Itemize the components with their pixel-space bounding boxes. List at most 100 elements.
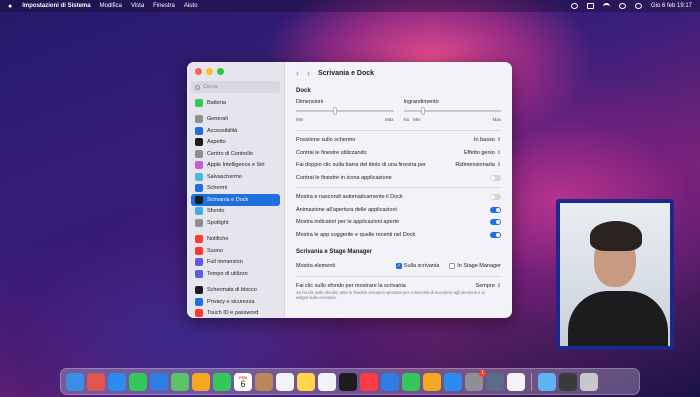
dock: FEB 6 1: [60, 368, 640, 395]
menu-app-name[interactable]: Impostazioni di Sistema: [22, 3, 90, 9]
sidebar-item-sfondo[interactable]: Sfondo: [191, 206, 280, 218]
divider: [296, 187, 501, 188]
setting-select[interactable]: Effetto genio ⇕: [464, 150, 501, 156]
dock-size-thumb[interactable]: [333, 107, 338, 115]
setting-row-mostra-indicatori-per-le-applicazioni-ap: Mostra indicatori per le applicazioni ap…: [296, 216, 501, 229]
content-titlebar: ‹ › Scrivania e Dock: [296, 62, 501, 84]
sidebar-item-touch-id-e-password[interactable]: Touch ID e password: [191, 308, 280, 319]
quicktime-icon[interactable]: [486, 372, 504, 391]
magnification-max-label: Max: [492, 117, 501, 122]
keynote-icon[interactable]: [381, 372, 399, 391]
click-wallpaper-select[interactable]: Sempre ⇕: [476, 283, 501, 289]
setting-row-contrai-le-finestre-in-icona-applicazion: Contrai le finestre in icona applicazion…: [296, 172, 501, 185]
setting-select[interactable]: In basso ⇕: [474, 137, 501, 143]
maps-icon[interactable]: [171, 372, 189, 391]
safari-icon[interactable]: [108, 372, 126, 391]
setting-row-contrai-le-finestre-utilizzando: Contrai le finestre utilizzando Effetto g…: [296, 147, 501, 160]
dock-size-max-label: Max: [384, 117, 394, 122]
apple-intelligence-e-siri-icon: [195, 161, 203, 170]
sidebar-item-salvaschermo[interactable]: Salvaschermo: [191, 171, 280, 183]
menu-vista[interactable]: Vista: [131, 3, 144, 9]
menu-aiuto[interactable]: Aiuto: [184, 3, 198, 9]
spotlight-search-icon[interactable]: [618, 3, 626, 9]
facetime-icon[interactable]: [213, 372, 231, 391]
downloads-folder-icon[interactable]: [538, 372, 556, 391]
sidebar-item-label: Apple Intelligence e Siri: [207, 162, 265, 169]
sidebar-item-spotlight[interactable]: Spotlight: [191, 217, 280, 229]
sidebar-item-centro-di-controllo[interactable]: Centro di Controllo: [191, 148, 280, 160]
minimize-window-button[interactable]: [206, 68, 213, 75]
setting-toggle[interactable]: [490, 206, 501, 213]
record-status-icon[interactable]: [570, 3, 578, 9]
launchpad-icon[interactable]: [87, 372, 105, 391]
calendar-day: 6: [240, 378, 246, 389]
mail-icon[interactable]: [150, 372, 168, 391]
system-settings-icon[interactable]: 1: [465, 369, 486, 391]
setting-select[interactable]: Ridimensionarla ⇕: [455, 162, 501, 168]
sidebar-item-notifiche[interactable]: Notifiche: [191, 234, 280, 246]
tv-icon[interactable]: [339, 372, 357, 391]
sidebar-item-schermi[interactable]: Schermi: [191, 183, 280, 195]
sidebar-list: Batteria Generali Accessibilità Aspetto Cent…: [191, 97, 280, 318]
webcam-overlay: [556, 199, 674, 350]
click-wallpaper-value: Sempre: [475, 282, 495, 289]
textedit-icon[interactable]: [507, 372, 525, 391]
sidebar-item-schermata-di-blocco[interactable]: Schermata di blocco: [191, 285, 280, 297]
app-store-icon[interactable]: [444, 372, 462, 391]
sidebar-item-label: Tempo di utilizzo: [207, 270, 248, 277]
sidebar-item-full-immersion[interactable]: Full immersion: [191, 257, 280, 269]
photos-icon[interactable]: [192, 372, 210, 391]
setting-row-mostra-le-app-suggerite-e-quelle-recenti: Mostra le app suggerite e quelle recenti…: [296, 229, 501, 242]
finder-icon[interactable]: [66, 372, 84, 391]
screen-recording-icon[interactable]: [559, 372, 577, 391]
setting-row-posizione-sullo-schermo: Posizione sullo schermo In basso ⇕: [296, 134, 501, 147]
sidebar-item-accessibilita[interactable]: Accessibilità: [191, 125, 280, 137]
magnification-thumb[interactable]: [421, 107, 426, 115]
spotlight-icon: [195, 218, 203, 227]
sidebar-item-scrivania-e-dock[interactable]: Scrivania e Dock: [191, 194, 280, 206]
messages-icon[interactable]: [129, 372, 147, 391]
setting-toggle[interactable]: [490, 174, 501, 181]
trash-icon[interactable]: [580, 372, 598, 391]
in-stage-manager-checkbox[interactable]: In Stage Manager: [449, 263, 501, 270]
notes-icon[interactable]: [297, 372, 315, 391]
contacts-icon[interactable]: [255, 372, 273, 391]
on-desktop-checkbox[interactable]: ✓ Sulla scrivania: [395, 263, 439, 270]
control-center-icon[interactable]: [634, 3, 642, 9]
setting-toggle[interactable]: [490, 194, 501, 201]
divider: [296, 130, 501, 131]
forward-chevron-icon[interactable]: ›: [307, 68, 310, 78]
setting-toggle[interactable]: [490, 231, 501, 238]
magnification-slider[interactable]: [403, 107, 501, 115]
reminders-icon[interactable]: [276, 372, 294, 391]
menu-modifica[interactable]: Modifica: [100, 3, 122, 9]
dock-size-slider[interactable]: [296, 107, 394, 115]
calendar-icon[interactable]: FEB 6: [234, 372, 252, 391]
wifi-icon[interactable]: [602, 3, 610, 9]
battery-icon[interactable]: [586, 3, 594, 9]
pages-icon[interactable]: [423, 372, 441, 391]
chevron-updown-icon: ⇕: [496, 149, 501, 156]
sidebar-item-privacy-e-sicurezza[interactable]: Privacy e sicurezza: [191, 296, 280, 308]
zoom-window-button[interactable]: [217, 68, 224, 75]
sidebar-item-aspetto[interactable]: Aspetto: [191, 137, 280, 149]
menu-finestra[interactable]: Finestra: [153, 3, 175, 9]
sidebar-item-batteria[interactable]: Batteria: [191, 97, 280, 109]
back-chevron-icon[interactable]: ‹: [296, 68, 299, 78]
apple-menu-icon[interactable]: ●: [8, 3, 12, 10]
freeform-icon[interactable]: [318, 372, 336, 391]
sidebar-item-apple-intelligence-e-siri[interactable]: Apple Intelligence e Siri: [191, 160, 280, 172]
sidebar-item-tempo-di-utilizzo[interactable]: Tempo di utilizzo: [191, 268, 280, 280]
numbers-icon[interactable]: [402, 372, 420, 391]
sidebar-search-field[interactable]: Cerca: [191, 81, 280, 93]
centro-di-controllo-icon: [195, 149, 203, 158]
sidebar-item-suono[interactable]: Suono: [191, 245, 280, 257]
show-items-label: Mostra elementi: [296, 263, 336, 270]
music-icon[interactable]: [360, 372, 378, 391]
sidebar-item-generali[interactable]: Generali: [191, 114, 280, 126]
menu-clock[interactable]: Gio 6 feb 19:17: [651, 3, 692, 9]
click-wallpaper-note: Se fai clic sullo sfondo, tutte le fines…: [296, 290, 485, 300]
close-window-button[interactable]: [195, 68, 202, 75]
setting-row-animazione-all-apertura-delle-applicazio: Animazione all'apertura delle applicazio…: [296, 204, 501, 217]
setting-toggle[interactable]: [490, 219, 501, 226]
